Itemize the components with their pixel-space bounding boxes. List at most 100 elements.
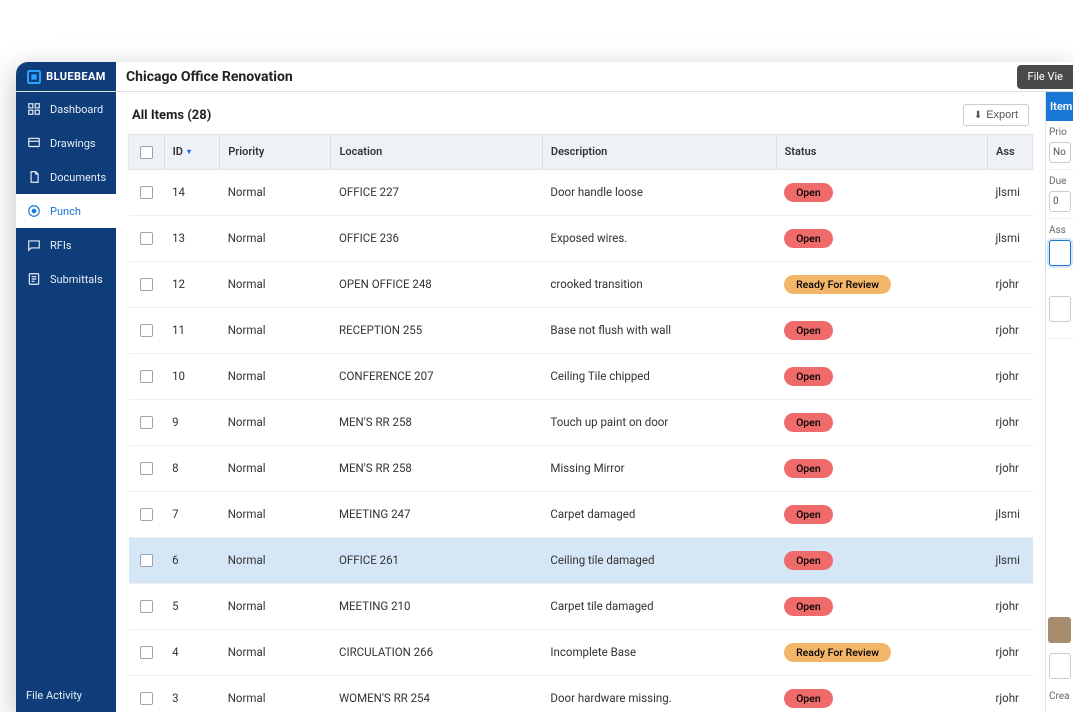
cell-priority: Normal (220, 629, 331, 675)
cell-assignee: rjohr (988, 675, 1033, 712)
extra-field[interactable] (1049, 653, 1071, 679)
cell-id: 3 (164, 675, 220, 712)
assignee-field[interactable] (1049, 240, 1071, 266)
table-row[interactable]: 14NormalOFFICE 227Door handle looseOpenj… (129, 169, 1033, 215)
priority-select[interactable]: No (1049, 142, 1071, 163)
table-row[interactable]: 10NormalCONFERENCE 207Ceiling Tile chipp… (129, 353, 1033, 399)
sidebar-item-label: Drawings (50, 137, 96, 150)
cell-location: WOMEN'S RR 254 (331, 675, 542, 712)
col-location[interactable]: Location (331, 135, 542, 170)
cell-id: 8 (164, 445, 220, 491)
row-checkbox[interactable] (140, 232, 153, 245)
status-badge: Open (784, 689, 833, 708)
row-checkbox[interactable] (140, 600, 153, 613)
table-row[interactable]: 12NormalOPEN OFFICE 248crooked transitio… (129, 261, 1033, 307)
cell-location: OFFICE 236 (331, 215, 542, 261)
file-activity-link[interactable]: File Activity (16, 679, 116, 712)
cell-status: Open (776, 583, 987, 629)
cell-status: Open (776, 307, 987, 353)
list-header: All Items (28) ⬇ Export (116, 92, 1045, 134)
sort-desc-icon: ▾ (187, 147, 191, 156)
status-badge: Ready For Review (784, 275, 891, 294)
col-priority[interactable]: Priority (220, 135, 331, 170)
documents-icon (26, 169, 42, 185)
row-checkbox[interactable] (140, 554, 153, 567)
table-row[interactable]: 7NormalMEETING 247Carpet damagedOpenjlsm… (129, 491, 1033, 537)
cell-location: MEN'S RR 258 (331, 445, 542, 491)
table-row[interactable]: 11NormalRECEPTION 255Base not flush with… (129, 307, 1033, 353)
cell-description: Touch up paint on door (542, 399, 776, 445)
image-thumbnail[interactable] (1048, 617, 1071, 643)
cell-location: CIRCULATION 266 (331, 629, 542, 675)
row-checkbox[interactable] (140, 416, 153, 429)
cell-priority: Normal (220, 445, 331, 491)
table-row[interactable]: 6NormalOFFICE 261Ceiling tile damagedOpe… (129, 537, 1033, 583)
app-body: Dashboard Drawings Documents Punch RFIs Submi… (16, 92, 1073, 712)
assignee-field-2[interactable] (1049, 296, 1071, 322)
due-label: Due (1049, 176, 1070, 187)
detail-tab[interactable]: Item (1046, 92, 1073, 121)
row-checkbox[interactable] (140, 324, 153, 337)
sidebar-item-submittals[interactable]: Submittals (16, 262, 116, 296)
col-description[interactable]: Description (542, 135, 776, 170)
status-badge: Open (784, 229, 833, 248)
row-checkbox[interactable] (140, 370, 153, 383)
table-row[interactable]: 4NormalCIRCULATION 266Incomplete BaseRea… (129, 629, 1033, 675)
punch-icon (26, 203, 42, 219)
assignee-label: Ass (1049, 225, 1070, 236)
cell-id: 13 (164, 215, 220, 261)
sidebar-item-rfis[interactable]: RFIs (16, 228, 116, 262)
sidebar-item-documents[interactable]: Documents (16, 160, 116, 194)
cell-priority: Normal (220, 215, 331, 261)
table-row[interactable]: 9NormalMEN'S RR 258Touch up paint on doo… (129, 399, 1033, 445)
cell-id: 11 (164, 307, 220, 353)
row-checkbox[interactable] (140, 646, 153, 659)
select-all-checkbox[interactable] (140, 146, 153, 159)
cell-description: Ceiling tile damaged (542, 537, 776, 583)
submittals-icon (26, 271, 42, 287)
export-button[interactable]: ⬇ Export (963, 104, 1029, 126)
due-field[interactable]: 0 (1049, 191, 1071, 212)
detail-panel: Item Prio No Due 0 Ass Crea (1045, 92, 1073, 712)
cell-id: 6 (164, 537, 220, 583)
cell-id: 4 (164, 629, 220, 675)
status-badge: Open (784, 183, 833, 202)
sidebar-item-drawings[interactable]: Drawings (16, 126, 116, 160)
cell-status: Open (776, 399, 987, 445)
row-checkbox[interactable] (140, 186, 153, 199)
col-status[interactable]: Status (776, 135, 987, 170)
table-row[interactable]: 5NormalMEETING 210Carpet tile damagedOpe… (129, 583, 1033, 629)
created-label: Crea (1049, 691, 1070, 702)
row-checkbox[interactable] (140, 462, 153, 475)
row-checkbox[interactable] (140, 278, 153, 291)
export-label: Export (986, 109, 1018, 121)
row-checkbox[interactable] (140, 692, 153, 705)
sidebar-item-label: Submittals (50, 273, 103, 286)
col-assignee[interactable]: Ass (988, 135, 1033, 170)
cell-priority: Normal (220, 583, 331, 629)
brand-logo[interactable]: BLUEBEAM (16, 62, 116, 91)
table-row[interactable]: 8NormalMEN'S RR 258Missing MirrorOpenrjo… (129, 445, 1033, 491)
dashboard-icon (26, 101, 42, 117)
col-id[interactable]: ID▾ (164, 135, 220, 170)
sidebar-item-label: Punch (50, 205, 81, 218)
table-row[interactable]: 13NormalOFFICE 236Exposed wires.Openjlsm… (129, 215, 1033, 261)
col-select-all[interactable] (129, 135, 165, 170)
cell-assignee: rjohr (988, 399, 1033, 445)
sidebar-item-punch[interactable]: Punch (16, 194, 116, 228)
status-badge: Open (784, 459, 833, 478)
row-checkbox[interactable] (140, 508, 153, 521)
sidebar-item-dashboard[interactable]: Dashboard (16, 92, 116, 126)
cell-status: Ready For Review (776, 629, 987, 675)
cell-assignee: jlsmi (988, 215, 1033, 261)
download-icon: ⬇ (974, 110, 982, 121)
status-badge: Open (784, 505, 833, 524)
cell-assignee: jlsmi (988, 169, 1033, 215)
status-badge: Open (784, 413, 833, 432)
cell-status: Open (776, 169, 987, 215)
cell-location: OFFICE 261 (331, 537, 542, 583)
table-row[interactable]: 3NormalWOMEN'S RR 254Door hardware missi… (129, 675, 1033, 712)
cell-priority: Normal (220, 353, 331, 399)
file-view-button[interactable]: File Vie (1017, 65, 1073, 89)
cell-status: Open (776, 445, 987, 491)
